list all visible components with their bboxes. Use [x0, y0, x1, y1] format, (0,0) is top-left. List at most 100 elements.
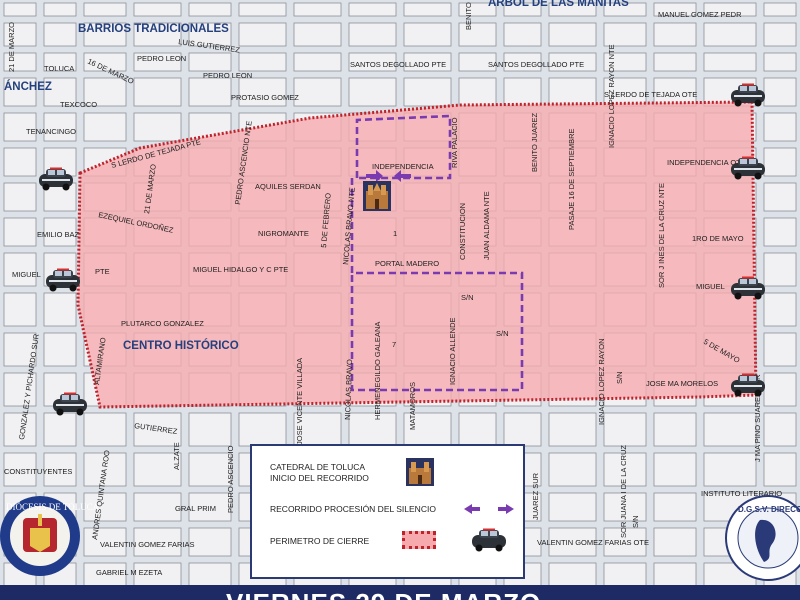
- perimeter-swatch: [402, 531, 436, 549]
- date-banner: VIERNES 29 DE MARZO: [0, 585, 800, 600]
- city-block: [548, 77, 597, 107]
- street-label: JOSE VICENTE VILLADA: [295, 358, 304, 445]
- legend-route-label: RECORRIDO PROCESIÓN DEL SILENCIO: [270, 504, 436, 514]
- city-block: [703, 52, 757, 72]
- city-block: [653, 452, 697, 487]
- map-legend: CATEDRAL DE TOLUCA INICIO DEL RECORRIDO …: [250, 444, 525, 579]
- city-block: [703, 22, 757, 47]
- city-block: [763, 112, 797, 142]
- city-block: [3, 2, 37, 17]
- legend-row-perimeter: PERIMETRO DE CIERRE: [252, 528, 523, 560]
- city-block: [43, 292, 77, 327]
- street-label: PROTASIO GOMEZ: [231, 93, 299, 102]
- city-block: [503, 22, 542, 47]
- city-block: [293, 22, 342, 47]
- city-block: [238, 412, 287, 447]
- street-label: 1: [393, 229, 397, 238]
- street-label: JUAREZ SUR: [531, 472, 540, 520]
- city-block: [763, 147, 797, 177]
- city-block: [763, 217, 797, 247]
- street-label: PEDRO LEON: [203, 71, 252, 80]
- city-block: [348, 2, 397, 17]
- district-centro-historico: CENTRO HISTÓRICO: [123, 339, 239, 352]
- district-barrios-tradicionales: BARRIOS TRADICIONALES: [78, 23, 229, 35]
- city-block: [703, 412, 757, 447]
- street-label: JUAN ALDAMA NTE: [482, 191, 491, 260]
- city-block: [763, 252, 797, 287]
- street-label: PLUTARCO GONZALEZ: [121, 319, 204, 328]
- street-label: TOLUCA: [44, 64, 74, 73]
- street-label: PTE: [95, 267, 110, 276]
- street-label: PEDRO ASCENCIO: [226, 445, 235, 513]
- city-block: [188, 452, 232, 487]
- city-block: [403, 22, 452, 47]
- legend-perimeter-label: PERIMETRO DE CIERRE: [270, 536, 370, 546]
- city-block: [403, 77, 452, 107]
- city-block: [83, 412, 127, 447]
- city-block: [763, 22, 797, 47]
- city-block: [188, 52, 232, 72]
- street-label: GRAL PRIM: [175, 504, 216, 513]
- city-block: [653, 492, 697, 522]
- street-label: MATAMOROS: [408, 382, 417, 430]
- city-block: [188, 412, 232, 447]
- date-banner-text: VIERNES 29 DE MARZO: [226, 588, 541, 600]
- patrol-car-icon: [472, 528, 506, 552]
- street-label: TEXCOCO: [60, 100, 97, 109]
- street-label: SANTOS DEGOLLADO PTE: [488, 60, 584, 69]
- street-label: VALENTIN GOMEZ FARIAS: [100, 540, 194, 549]
- city-block: [238, 2, 287, 17]
- street-label: HERMENEGILDO GALEANA: [373, 322, 382, 420]
- double-arrow-icon: [464, 504, 514, 514]
- street-label: MIGUEL: [696, 282, 725, 291]
- street-label: 7: [392, 340, 396, 349]
- city-block: [133, 112, 182, 142]
- city-block: [43, 332, 77, 367]
- street-label: SOR JUANA I DE LA CRUZ: [619, 445, 628, 538]
- street-label: JOSE MA MORELOS: [646, 379, 718, 388]
- street-label: TENANCINGO: [26, 127, 76, 136]
- street-label: PASAJE 16 DE SEPTIEMBRE: [567, 128, 576, 230]
- street-label: S LERDO DE TEJADA OTE: [604, 90, 697, 99]
- city-block: [43, 2, 77, 17]
- street-label: VALENTIN GOMEZ FARIAS OTE: [537, 538, 649, 547]
- city-block: [548, 492, 597, 522]
- city-block: [83, 2, 127, 17]
- city-block: [503, 412, 542, 447]
- city-block: [763, 182, 797, 212]
- street-label: SANTOS DEGOLLADO PTE: [350, 60, 446, 69]
- city-block: [133, 492, 182, 522]
- city-block: [763, 2, 797, 17]
- city-block: [188, 527, 232, 557]
- city-block: [603, 22, 647, 47]
- street-label: 21 DE MARZO: [7, 22, 16, 72]
- city-block: [348, 77, 397, 107]
- street-label: CONSTITUCION: [458, 203, 467, 260]
- city-block: [653, 22, 697, 47]
- street-label: RIVA PALACIO: [450, 117, 459, 168]
- traffic-logo-text: D.G.S.V. DIRECCIÓN DE INT: [738, 505, 800, 514]
- city-block: [763, 52, 797, 72]
- street-label: IGNACIO LOPEZ RAYON: [597, 338, 606, 425]
- city-block: [458, 412, 497, 447]
- cathedral-icon: [406, 458, 434, 486]
- city-block: [653, 52, 697, 72]
- city-block: [548, 412, 597, 447]
- city-block: [3, 147, 37, 177]
- city-block: [653, 412, 697, 447]
- street-label: IGNACIO LOPEZ RAYON NTE: [607, 44, 616, 148]
- city-block: [703, 452, 757, 487]
- city-block: [458, 77, 497, 107]
- city-block: [653, 527, 697, 557]
- legend-cathedral-subtitle: INICIO DEL RECORRIDO: [270, 473, 369, 483]
- city-block: [403, 2, 452, 17]
- city-block: [238, 52, 287, 72]
- street-label: S/N: [496, 329, 509, 338]
- cathedral-icon: [363, 181, 391, 211]
- city-block: [83, 112, 127, 142]
- legend-row-cathedral: CATEDRAL DE TOLUCA INICIO DEL RECORRIDO: [252, 458, 523, 488]
- city-block: [43, 412, 77, 447]
- city-block: [763, 372, 797, 407]
- street-label: S/N: [631, 515, 640, 528]
- street-label: BENITO JUAREZ: [464, 0, 473, 30]
